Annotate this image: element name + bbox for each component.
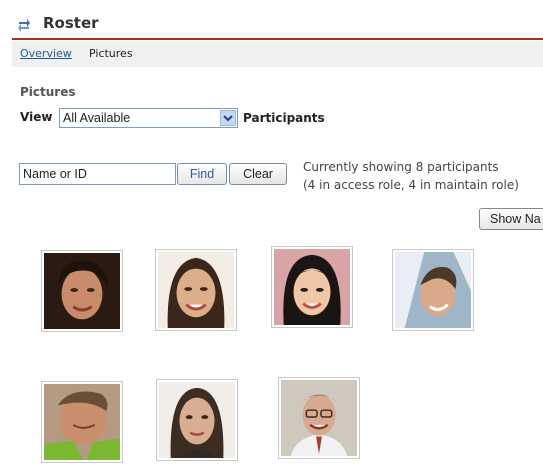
search-input[interactable]: Name or ID [19,163,176,185]
section-title: Pictures [20,85,76,99]
clear-button[interactable]: Clear [229,163,287,185]
tool-title: Roster [43,14,99,32]
status-roles-text: (4 in access role, 4 in maintain role) [303,178,519,192]
find-button[interactable]: Find [177,163,227,185]
participants-label: Participants [243,111,325,125]
participant-photo-5[interactable] [41,381,123,463]
face-image [44,253,120,329]
participant-photo-1[interactable] [41,250,123,332]
view-select-value: All Available [63,111,131,125]
view-label: View [20,110,53,124]
face-image [281,380,357,456]
view-select[interactable]: All Available [59,108,238,128]
face-image [395,252,471,328]
chevron-down-icon[interactable] [220,110,236,126]
participant-photo-2[interactable] [155,249,237,331]
nav-current-pictures: Pictures [89,47,133,60]
tool-header: Roster [12,12,543,40]
participant-photo-3[interactable] [271,246,353,328]
face-image [158,252,234,328]
face-image [44,384,120,460]
status-count-text: Currently showing 8 participants [303,160,499,174]
face-image [159,382,235,458]
face-image [274,249,350,325]
participant-photo-6[interactable] [156,379,238,461]
tool-nav-bar: Overview Pictures [12,41,543,67]
swap-arrows-icon[interactable] [17,17,31,33]
nav-overview-link[interactable]: Overview [20,47,72,60]
participant-photo-4[interactable] [392,249,474,331]
show-names-button[interactable]: Show Na [479,208,543,230]
participant-photo-7[interactable] [278,377,360,459]
